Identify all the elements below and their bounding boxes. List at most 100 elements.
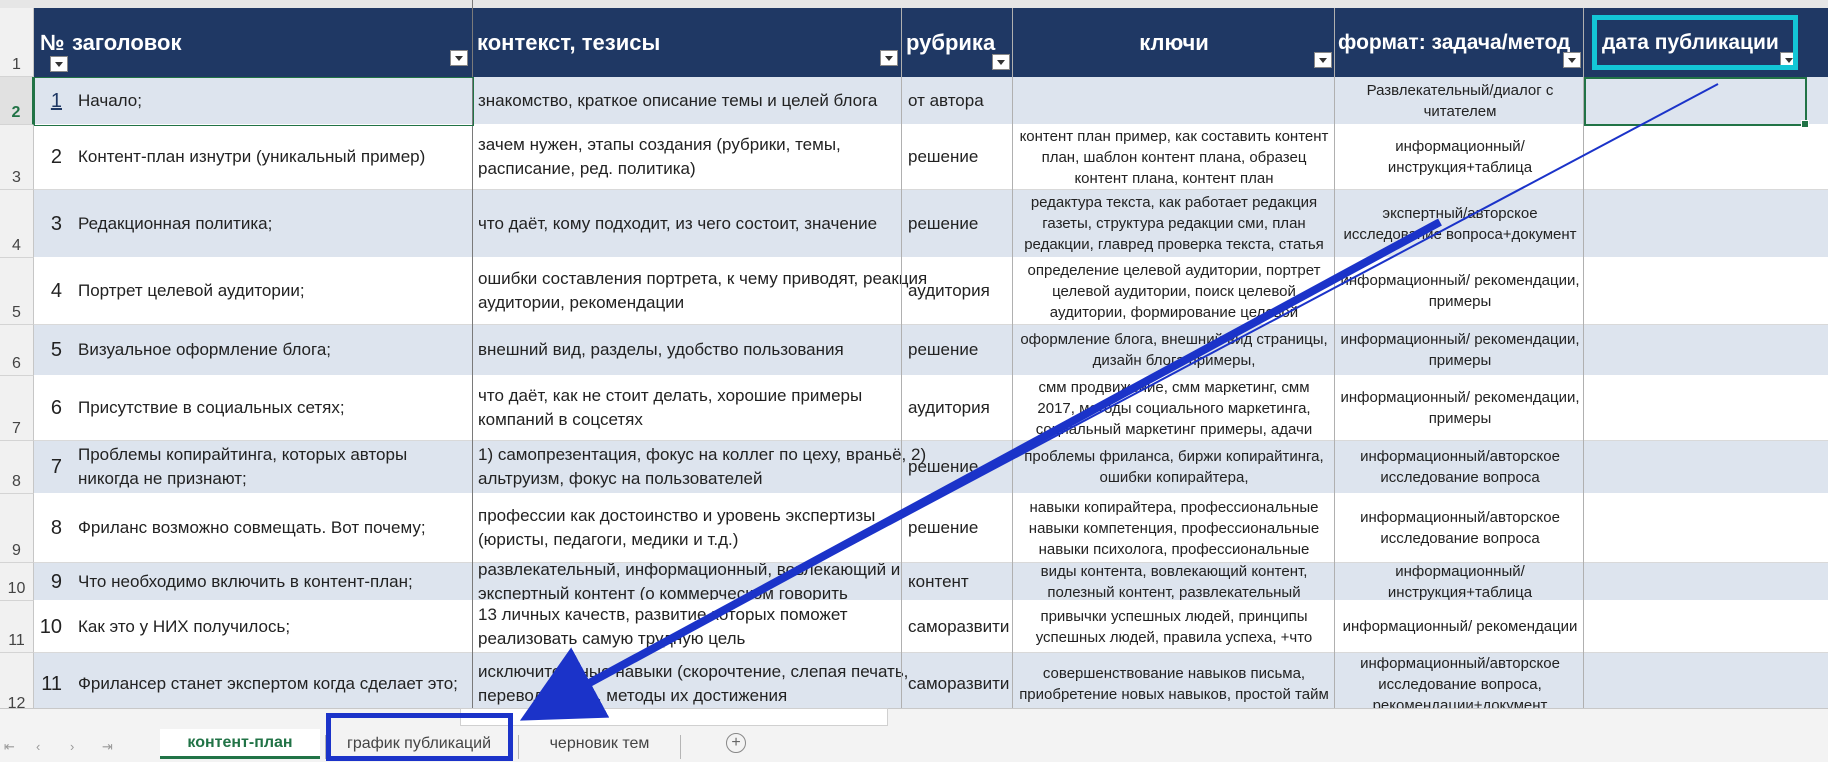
- table-row[interactable]: 5 Визуальное оформление блога; внешний вид…: [34, 325, 1828, 376]
- cell-rubric[interactable]: саморазвитие: [908, 601, 1010, 652]
- cell-rubric[interactable]: контент: [908, 563, 1010, 600]
- cell-keys[interactable]: виды контента, вовлекающий контент, поле…: [1018, 563, 1330, 600]
- cell-title[interactable]: Фрилансер станет экспертом когда сделает…: [76, 653, 468, 715]
- cell-format[interactable]: информационный/авторское исследование во…: [1340, 494, 1580, 562]
- cell-number[interactable]: 5: [38, 325, 68, 375]
- cell-context[interactable]: профессии как достоинство и уровень эксп…: [478, 494, 930, 562]
- filter-dropdown-title[interactable]: [450, 50, 468, 66]
- cell-number[interactable]: 10: [38, 601, 68, 652]
- cell-format[interactable]: информационный/авторское исследование во…: [1340, 441, 1580, 493]
- cell-format[interactable]: информационный/ рекомендации, примеры: [1340, 376, 1580, 440]
- cell-context[interactable]: что даёт, кому подходит, из чего состоит…: [478, 190, 930, 257]
- cell-title[interactable]: Контент-план изнутри (уникальный пример): [76, 125, 468, 189]
- cell-keys[interactable]: привычки успешных людей, принципы успешн…: [1018, 601, 1330, 652]
- cell-rubric[interactable]: решение: [908, 190, 1010, 257]
- row-number[interactable]: 10: [0, 563, 34, 601]
- table-row[interactable]: 6 Присутствие в социальных сетях; что даёт…: [34, 376, 1828, 441]
- row-number[interactable]: 9: [0, 494, 34, 563]
- row-number[interactable]: 11: [0, 601, 34, 653]
- cell-rubric[interactable]: решение: [908, 125, 1010, 189]
- table-row[interactable]: 11 Фрилансер станет экспертом когда сдела…: [34, 653, 1828, 716]
- row-number[interactable]: 12: [0, 653, 34, 716]
- row-number[interactable]: 1: [0, 8, 34, 77]
- cell-keys[interactable]: редактура текста, как работает редакция …: [1018, 190, 1330, 257]
- table-row[interactable]: 2 Контент-план изнутри (уникальный пример…: [34, 125, 1828, 190]
- cell-title[interactable]: Визуальное оформление блога;: [76, 325, 468, 375]
- fill-handle[interactable]: [1801, 120, 1809, 128]
- sheet-tab-drafts[interactable]: черновик тем: [522, 729, 677, 759]
- cell-rubric[interactable]: аудитория: [908, 376, 1010, 440]
- cell-date[interactable]: [1590, 258, 1822, 324]
- first-sheet-icon[interactable]: ⇤: [4, 739, 15, 755]
- filter-dropdown-context[interactable]: [880, 50, 898, 66]
- cell-date[interactable]: [1590, 494, 1822, 562]
- cell-number[interactable]: 3: [38, 190, 68, 257]
- filter-dropdown-rubric[interactable]: [992, 54, 1010, 70]
- cell-number[interactable]: 9: [38, 563, 68, 600]
- cell-number[interactable]: 11: [38, 653, 68, 715]
- cell-number[interactable]: 2: [38, 125, 68, 189]
- cell-rubric[interactable]: саморазвитие: [908, 653, 1010, 715]
- cell-context[interactable]: что даёт, как не стоит делать, хорошие п…: [478, 376, 930, 440]
- cell-context[interactable]: ошибки составления портрета, к чему прив…: [478, 258, 930, 324]
- row-number[interactable]: 6: [0, 325, 34, 376]
- next-sheet-icon[interactable]: ›: [70, 739, 74, 754]
- cell-format[interactable]: Развлекательный/диалог с читателем: [1340, 77, 1580, 124]
- cell-context[interactable]: 1) самопрезентация, фокус на коллег по ц…: [478, 441, 930, 493]
- cell-format[interactable]: информационный/ инструкция+таблица: [1340, 125, 1580, 189]
- cell-title[interactable]: Портрет целевой аудитории;: [76, 258, 468, 324]
- cell-context[interactable]: внешний вид, разделы, удобство пользован…: [478, 325, 930, 375]
- prev-sheet-icon[interactable]: ‹: [36, 739, 40, 754]
- cell-format[interactable]: информационный/ инструкция+таблица: [1340, 563, 1580, 600]
- horizontal-scrollbar[interactable]: [460, 708, 888, 726]
- cell-keys[interactable]: оформление блога, внешний вид страницы, …: [1018, 325, 1330, 375]
- cell-title[interactable]: Фриланс возможно совмещать. Вот почему;: [76, 494, 468, 562]
- cell-format[interactable]: информационный/ рекомендации, примеры: [1340, 325, 1580, 375]
- cell-keys[interactable]: проблемы фриланса, биржи копирайтинга, о…: [1018, 441, 1330, 493]
- selected-cell-outline[interactable]: [1584, 77, 1809, 128]
- table-row[interactable]: 3 Редакционная политика; что даёт, кому по…: [34, 190, 1828, 258]
- cell-format[interactable]: информационный/ рекомендации, примеры: [1340, 258, 1580, 324]
- table-row[interactable]: 8 Фриланс возможно совмещать. Вот почему;…: [34, 494, 1828, 563]
- row-number[interactable]: 3: [0, 125, 34, 190]
- row-number[interactable]: 7: [0, 376, 34, 441]
- cell-rubric[interactable]: решение: [908, 325, 1010, 375]
- cell-keys[interactable]: определение целевой аудитории, портрет ц…: [1018, 258, 1330, 324]
- cell-number[interactable]: 7: [38, 441, 68, 493]
- filter-dropdown-format[interactable]: [1563, 52, 1581, 68]
- cell-date[interactable]: [1590, 441, 1822, 493]
- row-number[interactable]: 4: [0, 190, 34, 258]
- cell-format[interactable]: информационный/ рекомендации: [1340, 601, 1580, 652]
- cell-date[interactable]: [1590, 125, 1822, 189]
- row-number[interactable]: 8: [0, 441, 34, 494]
- cell-context[interactable]: развлекательный, информационный, вовлека…: [478, 563, 930, 600]
- cell-format[interactable]: информационный/авторское исследование во…: [1340, 653, 1580, 715]
- cell-date[interactable]: [1590, 376, 1822, 440]
- cell-keys[interactable]: контент план пример, как составить конте…: [1018, 125, 1330, 189]
- cell-rubric[interactable]: от автора: [908, 77, 1010, 124]
- cell-date[interactable]: [1590, 563, 1822, 600]
- cell-title[interactable]: Проблемы копирайтинга, которых авторы ни…: [76, 441, 468, 493]
- table-row[interactable]: 7 Проблемы копирайтинга, которых авторы н…: [34, 441, 1828, 494]
- filter-dropdown-keys[interactable]: [1314, 52, 1332, 68]
- cell-keys[interactable]: навыки копирайтера, профессиональные нав…: [1018, 494, 1330, 562]
- cell-rubric[interactable]: аудитория: [908, 258, 1010, 324]
- table-row[interactable]: 9 Что необходимо включить в контент-план;…: [34, 563, 1828, 601]
- cell-keys[interactable]: [1018, 77, 1330, 124]
- cell-title[interactable]: Редакционная политика;: [76, 190, 468, 257]
- table-row[interactable]: 10 Как это у НИХ получилось; 13 личных кач…: [34, 601, 1828, 653]
- cell-rubric[interactable]: решение: [908, 494, 1010, 562]
- sheet-tab-content-plan[interactable]: контент-план: [160, 729, 320, 759]
- row-number[interactable]: 2: [0, 77, 34, 125]
- cell-context[interactable]: зачем нужен, этапы создания (рубрики, те…: [478, 125, 930, 189]
- cell-number[interactable]: 6: [38, 376, 68, 440]
- cell-keys[interactable]: совершенствование навыков письма, приобр…: [1018, 653, 1330, 715]
- cell-date[interactable]: [1590, 190, 1822, 257]
- cell-rubric[interactable]: решение: [908, 441, 1010, 493]
- cell-date[interactable]: [1590, 653, 1822, 715]
- cell-context[interactable]: 13 личных качеств, развитие которых помо…: [478, 601, 930, 652]
- cell-context[interactable]: знакомство, краткое описание темы и целе…: [478, 77, 930, 124]
- table-row[interactable]: 4 Портрет целевой аудитории; ошибки состав…: [34, 258, 1828, 325]
- cell-title[interactable]: Как это у НИХ получилось;: [76, 601, 468, 652]
- filter-dropdown-num[interactable]: [50, 56, 68, 72]
